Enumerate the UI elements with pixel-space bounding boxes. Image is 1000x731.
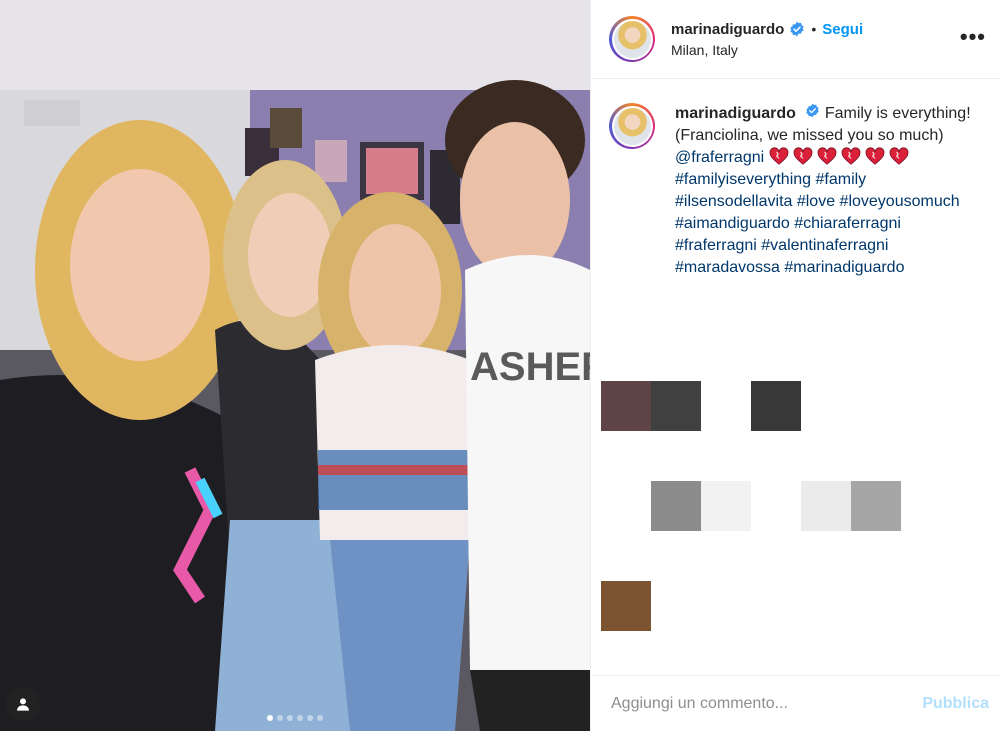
placeholder-block — [701, 481, 751, 531]
heart-emojis — [769, 147, 913, 166]
placeholder-block — [651, 381, 701, 431]
hashtag-links[interactable]: #familyiseverything #family #ilsensodell… — [675, 171, 960, 276]
photo-illustration: ASHER — [0, 0, 590, 731]
carousel-dot — [277, 715, 283, 721]
comment-bar: Pubblica — [591, 675, 1000, 731]
avatar-image — [613, 107, 651, 145]
publish-button[interactable]: Pubblica — [922, 695, 989, 713]
mention-link[interactable]: @fraferragni — [675, 149, 764, 166]
caption: marinadiguardo Family is everything!(Fra… — [609, 103, 989, 279]
caption-text: marinadiguardo Family is everything!(Fra… — [675, 103, 981, 279]
carousel-indicator — [267, 715, 323, 721]
heart-emoji-icon — [865, 147, 885, 165]
carousel-dot — [317, 715, 323, 721]
user-tag-icon — [17, 698, 29, 711]
follow-button[interactable]: Segui — [822, 21, 863, 38]
author-avatar[interactable] — [609, 16, 655, 62]
placeholder-block — [651, 481, 701, 531]
placeholder-block — [601, 381, 651, 431]
carousel-dot — [307, 715, 313, 721]
user-tag-button[interactable] — [6, 687, 40, 721]
placeholder-block — [601, 581, 651, 631]
placeholder-block — [851, 481, 901, 531]
heart-emoji-icon — [769, 147, 789, 165]
header-separator: • — [811, 21, 817, 37]
post-details-panel: marinadiguardo • Segui Milan, Italy ••• … — [590, 0, 1000, 731]
carousel-dot — [287, 715, 293, 721]
caption-avatar[interactable] — [609, 103, 655, 149]
author-username[interactable]: marinadiguardo — [671, 21, 784, 38]
heart-emoji-icon — [889, 147, 909, 165]
comment-input[interactable] — [611, 694, 923, 713]
heart-emoji-icon — [841, 147, 861, 165]
heart-emoji-icon — [817, 147, 837, 165]
placeholder-block — [801, 481, 851, 531]
carousel-dot — [297, 715, 303, 721]
avatar-border — [611, 105, 653, 147]
svg-text:ASHER: ASHER — [470, 345, 590, 389]
avatar-border — [611, 18, 653, 60]
header-text: marinadiguardo • Segui Milan, Italy — [671, 21, 863, 58]
avatar-image — [613, 20, 651, 58]
post-photo[interactable]: ASHER — [0, 0, 590, 731]
carousel-dot — [267, 715, 273, 721]
caption-username[interactable]: marinadiguardo — [675, 105, 796, 122]
verified-badge-icon — [805, 103, 820, 118]
heart-emoji-icon — [793, 147, 813, 165]
more-options-icon[interactable]: ••• — [960, 24, 986, 50]
header-user-row: marinadiguardo • Segui — [671, 21, 863, 38]
post-header: marinadiguardo • Segui Milan, Italy ••• — [591, 0, 1000, 79]
verified-badge-icon — [789, 21, 805, 37]
placeholder-block — [751, 381, 801, 431]
post-location[interactable]: Milan, Italy — [671, 42, 863, 58]
